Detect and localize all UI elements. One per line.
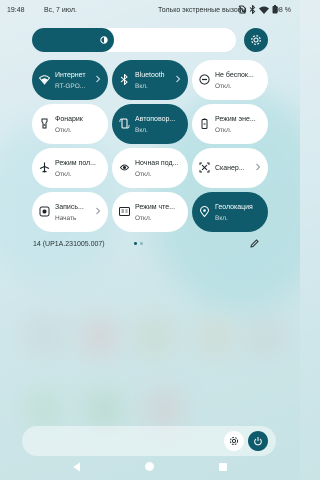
tile-status: Откл. (215, 127, 232, 134)
tile-status: Вкл. (215, 215, 228, 222)
tile-title: Сканер... (215, 165, 245, 172)
tile-bluetooth[interactable]: Bluetooth Вкл. (112, 60, 188, 100)
scanner-icon (199, 162, 210, 173)
power-button[interactable] (248, 431, 268, 451)
tile-status: Откл. (215, 83, 232, 90)
tile-do-not-disturb[interactable]: Не беспок... Откл. (192, 60, 268, 100)
page-indicator (134, 242, 143, 245)
tile-title: Режим чте... (135, 204, 176, 211)
gear-icon (229, 436, 239, 446)
record-icon (39, 206, 50, 217)
tile-location[interactable]: Геолокация Вкл. (192, 192, 268, 232)
home-button[interactable] (145, 462, 154, 471)
tile-title: Автоповор... (135, 116, 176, 123)
back-icon[interactable] (72, 462, 82, 472)
tile-status: Откл. (55, 171, 72, 178)
tile-status: Вкл. (135, 83, 148, 90)
date: Вс, 7 июл. (44, 7, 77, 14)
chevron-right-icon (96, 75, 101, 83)
bluetooth-icon (120, 74, 128, 85)
tile-flashlight[interactable]: Фонарик Откл. (32, 104, 108, 144)
page-dot (140, 242, 143, 245)
tile-status: Откл. (135, 171, 152, 178)
rotate-icon (119, 118, 130, 129)
no-sim-icon (238, 5, 246, 14)
tile-status: RT-GPO... (55, 83, 86, 90)
tile-title: Ночная под... (135, 160, 179, 167)
edit-pencil-icon[interactable] (249, 238, 260, 249)
status-bar: 19:48 Вс, 7 июл. Только экстренные вызов… (0, 0, 300, 22)
power-icon (254, 437, 262, 446)
chevron-right-icon (176, 75, 181, 83)
tile-title: Запись... (55, 204, 84, 211)
tile-auto-rotate[interactable]: Автоповор... Вкл. (112, 104, 188, 144)
clock: 19:48 (7, 7, 25, 14)
tile-title: Режим эне... (215, 116, 256, 123)
airplane-icon (39, 162, 50, 173)
tile-qr-scanner[interactable]: Сканер... (192, 148, 268, 188)
tile-title: Фонарик (55, 116, 83, 123)
tile-status: Откл. (135, 215, 152, 222)
page-dot-active (134, 242, 137, 245)
tile-title: Геолокация (215, 204, 253, 211)
brightness-icon (100, 36, 108, 44)
chevron-right-icon (96, 207, 101, 215)
recents-button[interactable] (219, 463, 227, 471)
location-icon (199, 206, 210, 217)
flashlight-icon (41, 118, 48, 129)
wifi-icon (39, 75, 50, 85)
settings-button[interactable] (244, 28, 268, 52)
dnd-icon (199, 74, 210, 85)
tile-status: Вкл. (135, 127, 148, 134)
tile-title: Режим пол... (55, 160, 96, 167)
bluetooth-icon (249, 5, 256, 14)
gear-icon (251, 35, 261, 45)
chevron-right-icon (256, 163, 261, 171)
tile-status: Откл. (55, 127, 72, 134)
wifi-icon (259, 6, 269, 14)
reading-icon (119, 207, 130, 216)
tile-screen-record[interactable]: Запись... Начать (32, 192, 108, 232)
tile-battery-saver[interactable]: Режим эне... Откл. (192, 104, 268, 144)
build-number[interactable]: 14 (UP1A.231005.007) (33, 241, 105, 248)
status-icons (238, 5, 278, 14)
tile-airplane-mode[interactable]: Режим пол... Откл. (32, 148, 108, 188)
emergency-calls-only: Только экстренные вызовы (158, 7, 247, 14)
battery-saver-icon (201, 118, 208, 129)
tile-night-light[interactable]: Ночная под... Откл. (112, 148, 188, 188)
night-light-icon (119, 164, 130, 171)
dock-settings-button[interactable] (224, 431, 244, 451)
tile-internet[interactable]: Интернет RT-GPO... (32, 60, 108, 100)
tile-title: Интернет (55, 72, 86, 79)
tile-status: Начать (55, 215, 77, 222)
tile-title: Не беспок... (215, 72, 254, 79)
tile-reading-mode[interactable]: Режим чте... Откл. (112, 192, 188, 232)
battery-percent: 98 % (275, 7, 291, 14)
brightness-slider[interactable] (32, 28, 236, 52)
tile-title: Bluetooth (135, 72, 165, 79)
